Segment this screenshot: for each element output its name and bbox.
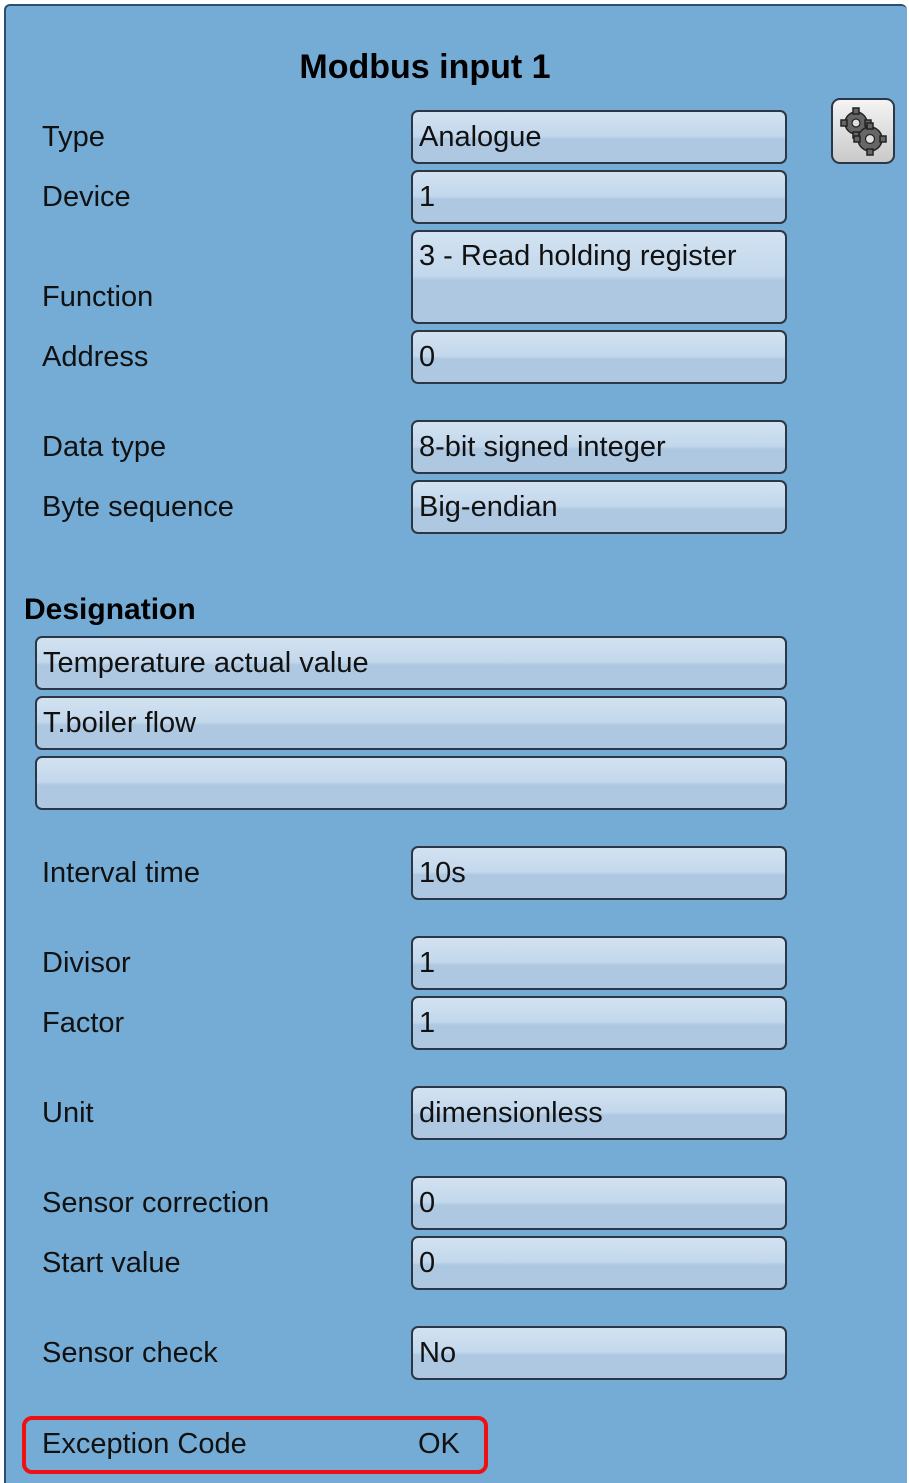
factor-label: Factor xyxy=(42,1007,125,1039)
settings-button[interactable] xyxy=(831,98,895,164)
type-field[interactable]: Analogue xyxy=(411,110,787,164)
address-field[interactable]: 0 xyxy=(411,330,787,384)
unit-field[interactable]: dimensionless xyxy=(411,1086,787,1140)
exception-code-label: Exception Code xyxy=(42,1428,247,1460)
modbus-input-panel: Modbus input 1 Type Analogue Device 1 Fu… xyxy=(4,4,907,1483)
function-label: Function xyxy=(42,281,154,313)
designation-field-2[interactable]: T.boiler flow xyxy=(35,696,787,750)
device-label: Device xyxy=(42,181,131,213)
divisor-field[interactable]: 1 xyxy=(411,936,787,990)
interval-time-label: Interval time xyxy=(42,857,200,889)
byte-sequence-field[interactable]: Big-endian xyxy=(411,480,787,534)
device-field[interactable]: 1 xyxy=(411,170,787,224)
exception-code-highlight: Exception Code OK xyxy=(22,1416,488,1474)
data-type-field[interactable]: 8-bit signed integer xyxy=(411,420,787,474)
address-label: Address xyxy=(42,341,149,373)
designation-field-1[interactable]: Temperature actual value xyxy=(35,636,787,690)
start-value-label: Start value xyxy=(42,1247,181,1279)
function-field[interactable]: 3 - Read holding register xyxy=(411,230,787,324)
sensor-correction-label: Sensor correction xyxy=(42,1187,270,1219)
exception-code-value: OK xyxy=(418,1428,460,1460)
designation-field-3[interactable] xyxy=(35,756,787,810)
page-title: Modbus input 1 xyxy=(299,48,551,86)
start-value-field[interactable]: 0 xyxy=(411,1236,787,1290)
type-label: Type xyxy=(42,121,105,153)
interval-time-field[interactable]: 10s xyxy=(411,846,787,900)
data-type-label: Data type xyxy=(42,431,167,463)
divisor-label: Divisor xyxy=(42,947,131,979)
unit-label: Unit xyxy=(42,1097,94,1129)
sensor-correction-field[interactable]: 0 xyxy=(411,1176,787,1230)
factor-field[interactable]: 1 xyxy=(411,996,787,1050)
sensor-check-label: Sensor check xyxy=(42,1337,218,1369)
designation-heading: Designation xyxy=(24,593,196,626)
byte-sequence-label: Byte sequence xyxy=(42,491,234,523)
sensor-check-field[interactable]: No xyxy=(411,1326,787,1380)
